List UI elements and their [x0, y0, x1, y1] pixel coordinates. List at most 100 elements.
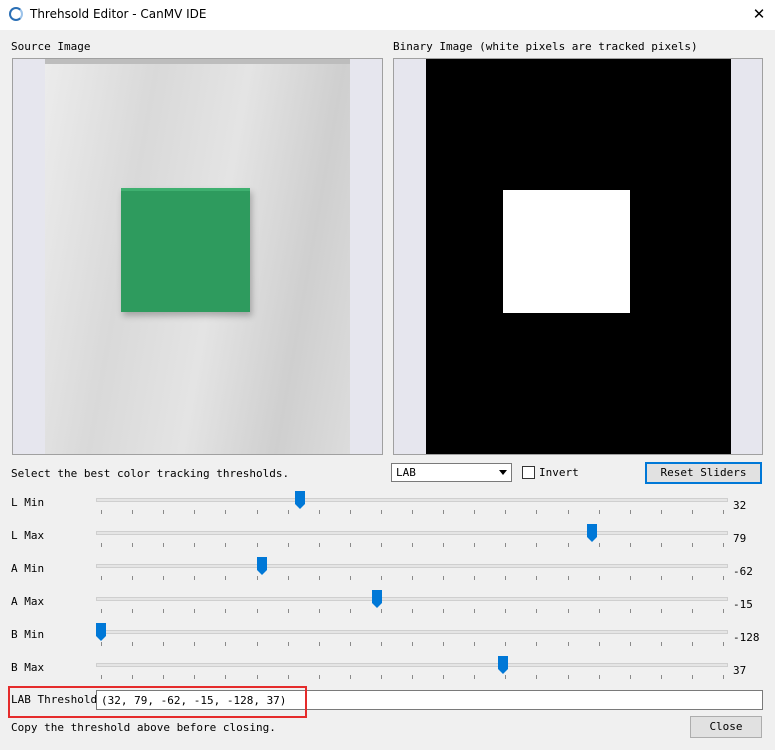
l-min-slider[interactable] [96, 498, 728, 502]
slider-tick [443, 576, 444, 580]
slider-tick [630, 576, 631, 580]
slider-tick [194, 543, 195, 547]
slider-label: B Max [11, 661, 45, 674]
slider-tick [692, 510, 693, 514]
slider-tick [381, 675, 382, 679]
slider-tick [692, 609, 693, 613]
slider-tick [257, 576, 258, 580]
slider-tick [630, 510, 631, 514]
slider-tick [599, 543, 600, 547]
slider-tick [319, 642, 320, 646]
slider-tick [101, 510, 102, 514]
b-max-slider[interactable] [96, 663, 728, 667]
slider-label: A Max [11, 595, 45, 608]
binary-image-label: Binary Image (white pixels are tracked p… [393, 40, 698, 53]
slider-tick [132, 609, 133, 613]
binary-mask [426, 59, 731, 454]
slider-tick [381, 576, 382, 580]
slider-tick [723, 609, 724, 613]
slider-handle[interactable] [498, 656, 509, 674]
b-min-slider[interactable] [96, 630, 728, 634]
window-title: Threhsold Editor - CanMV IDE [30, 7, 207, 21]
slider-tick [225, 642, 226, 646]
slider-tick [568, 510, 569, 514]
slider-tick [661, 609, 662, 613]
slider-label: L Max [11, 529, 45, 542]
reset-sliders-button[interactable]: Reset Sliders [645, 462, 762, 484]
color-space-select[interactable]: LAB [391, 463, 512, 482]
slider-tick [661, 675, 662, 679]
a-min-slider[interactable] [96, 564, 728, 568]
slider-tick [474, 675, 475, 679]
slider-value: 37 [733, 664, 747, 677]
slider-tick [723, 510, 724, 514]
slider-tick [723, 576, 724, 580]
slider-tick [536, 642, 537, 646]
slider-tick [661, 510, 662, 514]
slider-tick [692, 576, 693, 580]
slider-tick [630, 609, 631, 613]
slider-tick [412, 642, 413, 646]
slider-tick [132, 675, 133, 679]
slider-tick [194, 510, 195, 514]
slider-tick [350, 510, 351, 514]
slider-tick [101, 576, 102, 580]
slider-handle[interactable] [371, 590, 382, 608]
source-photo [45, 59, 350, 454]
slider-tick [474, 576, 475, 580]
slider-tick [257, 675, 258, 679]
slider-tick [288, 543, 289, 547]
slider-tick [630, 675, 631, 679]
slider-tick [599, 609, 600, 613]
slider-value: 79 [733, 532, 747, 545]
slider-tick [474, 609, 475, 613]
title-bar: Threhsold Editor - CanMV IDE ✕ [0, 0, 775, 30]
slider-handle[interactable] [256, 557, 267, 575]
close-icon[interactable]: ✕ [745, 2, 773, 26]
slider-tick [194, 642, 195, 646]
slider-tick [350, 576, 351, 580]
slider-tick [443, 609, 444, 613]
slider-tick [536, 510, 537, 514]
slider-tick [381, 642, 382, 646]
slider-tick [443, 543, 444, 547]
slider-tick [505, 642, 506, 646]
slider-tick [163, 675, 164, 679]
slider-tick [599, 642, 600, 646]
slider-tick [568, 675, 569, 679]
slider-tick [599, 576, 600, 580]
invert-checkbox[interactable] [522, 466, 535, 479]
slider-tick [599, 510, 600, 514]
slider-tick [225, 576, 226, 580]
tracked-pixels-blob [503, 190, 630, 313]
green-cube-object [121, 188, 250, 312]
slider-tick [723, 675, 724, 679]
slider-tick [132, 543, 133, 547]
slider-tick [288, 675, 289, 679]
slider-tick [163, 609, 164, 613]
a-max-slider[interactable] [96, 597, 728, 601]
slider-tick [319, 576, 320, 580]
slider-handle[interactable] [587, 524, 598, 542]
close-button[interactable]: Close [690, 716, 762, 738]
slider-tick [630, 642, 631, 646]
slider-tick [412, 609, 413, 613]
slider-tick [257, 543, 258, 547]
slider-tick [505, 576, 506, 580]
slider-tick [163, 510, 164, 514]
slider-tick [474, 543, 475, 547]
slider-tick [536, 609, 537, 613]
slider-handle[interactable] [295, 491, 306, 509]
l-max-slider[interactable] [96, 531, 728, 535]
slider-tick [536, 543, 537, 547]
invert-label: Invert [539, 466, 579, 479]
slider-tick [412, 675, 413, 679]
slider-tick [350, 609, 351, 613]
slider-tick [692, 642, 693, 646]
slider-tick [288, 576, 289, 580]
slider-tick [568, 576, 569, 580]
slider-tick [225, 543, 226, 547]
slider-tick [319, 675, 320, 679]
slider-handle[interactable] [96, 623, 106, 641]
slider-tick [381, 510, 382, 514]
